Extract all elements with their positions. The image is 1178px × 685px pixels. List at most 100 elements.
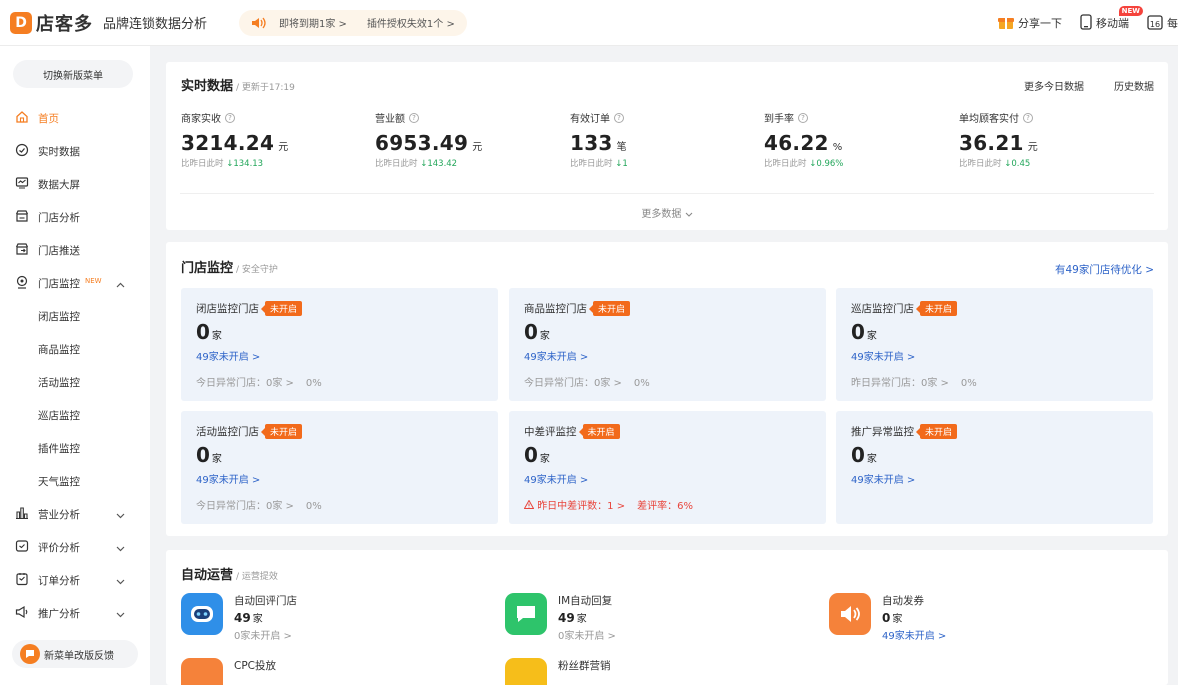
mobile-button[interactable]: 移动端 NEW (1080, 5, 1143, 33)
switch-menu-button[interactable]: 切换新版菜单 (13, 60, 133, 88)
fans-icon (505, 658, 547, 685)
ops-sub-link[interactable]: 0家未开启 > (234, 627, 297, 642)
metric-compare-value: 134.13 (233, 159, 264, 169)
feedback-button[interactable]: 新菜单改版反馈 (12, 640, 138, 668)
chevron-up-icon (116, 279, 134, 291)
share-button[interactable]: 分享一下 (998, 14, 1062, 33)
ops-auto-coupon[interactable]: 自动发券 0家 49家未开启 > (829, 593, 946, 642)
sidebar-item-store-monitor[interactable]: 门店监控 NEW (0, 267, 150, 300)
not-enabled-link[interactable]: 49家未开启 > (851, 471, 915, 486)
sidebar-item-screen[interactable]: 数据大屏 (0, 168, 150, 201)
sidebar-item-store-analysis[interactable]: 门店分析 (0, 201, 150, 234)
sidebar-item-label: 门店分析 (38, 212, 80, 224)
abnormal-stores-link[interactable]: 昨日异常门店：0家 > (851, 378, 949, 389)
metric-turnover[interactable]: 营业额? 6953.49 元 比昨日此时 ↓143.42 (375, 110, 565, 169)
not-enabled-link[interactable]: 49家未开启 > (524, 348, 588, 363)
calendar-icon: 16 (1147, 14, 1167, 33)
metric-label: 单均顾客实付 (959, 114, 1019, 125)
metric-hand-rate[interactable]: 到手率? 46.22% 比昨日此时 ↓0.96% (764, 110, 954, 169)
metric-label: 到手率 (764, 114, 794, 125)
help-icon[interactable]: ? (798, 112, 808, 123)
sidebar-item-store-push[interactable]: 门店推送 (0, 234, 150, 267)
sidebar-subitem-patrol-monitor[interactable]: 巡店监控 (0, 399, 150, 432)
metric-value: 3214.24 (181, 131, 275, 155)
chat-icon (505, 593, 547, 635)
ops-name: 自动回评门店 (234, 595, 297, 607)
sidebar-item-review-analysis[interactable]: 评价分析 (0, 531, 150, 564)
abnormal-pct: 0% (305, 378, 322, 389)
more-data-button[interactable]: 更多数据 (166, 205, 1168, 220)
ops-im-reply[interactable]: IM自动回复 49 家 0家未开启 > (505, 593, 616, 642)
monitor-subtitle: / 安全守护 (236, 265, 278, 275)
sidebar-subitem-close-monitor[interactable]: 闭店监控 (0, 300, 150, 333)
new-badge: NEW (1118, 5, 1143, 16)
abnormal-stores-link[interactable]: 今日异常门店：0家 > (524, 378, 622, 389)
help-icon[interactable]: ? (409, 112, 419, 123)
monitor-box-close[interactable]: 闭店监控门店 未开启 0家 49家未开启 > 今日异常门店：0家 > 0% (181, 288, 498, 401)
metric-compare-label: 比昨日此时 (375, 159, 418, 169)
realtime-title: 实时数据 / 更新于17:19 (181, 79, 295, 94)
monitor-box-promo[interactable]: 推广异常监控 未开启 0家 49家未开启 > (836, 411, 1153, 524)
ops-value: 49 (558, 611, 575, 625)
sidebar-item-home[interactable]: 首页 (0, 102, 150, 135)
help-icon[interactable]: ? (614, 112, 624, 123)
monitor-box-bad-review[interactable]: 中差评监控 未开启 0家 49家未开启 > 昨日中差评数：1 > 差评率：6% (509, 411, 826, 524)
chevron-down-icon (116, 609, 134, 621)
sidebar-item-business-analysis[interactable]: 营业分析 (0, 498, 150, 531)
metric-valid-orders[interactable]: 有效订单? 133 笔 比昨日此时 ↓1 (570, 110, 760, 169)
box-title: 推广异常监控 (851, 426, 914, 438)
abnormal-pct: 0% (633, 378, 650, 389)
gift-icon (998, 14, 1018, 33)
not-enabled-link[interactable]: 49家未开启 > (196, 471, 260, 486)
megaphone-icon (15, 605, 38, 622)
ops-unit: 家 (252, 614, 263, 625)
status-badge: 未开启 (260, 424, 303, 439)
abnormal-stores-link[interactable]: 今日异常门店：0家 > (196, 501, 294, 512)
sidebar-item-promo-analysis[interactable]: 推广分析 (0, 597, 150, 630)
sidebar-subitem-activity-monitor[interactable]: 活动监控 (0, 366, 150, 399)
bad-review-count-link[interactable]: 昨日中差评数：1 > (537, 501, 625, 512)
metric-merchant-income[interactable]: 商家实收? 3214.24 元 比昨日此时 ↓134.13 (181, 110, 371, 169)
ops-title: 自动运营 / 运营提效 (181, 568, 278, 583)
box-value: 0 (196, 320, 210, 344)
ops-sub-link[interactable]: 0家未开启 > (558, 627, 616, 642)
not-enabled-link[interactable]: 49家未开启 > (851, 348, 915, 363)
calendar-button[interactable]: 16 每 (1147, 14, 1178, 33)
ops-auto-review[interactable]: 自动回评门店 49 家 0家未开启 > (181, 593, 297, 642)
status-badge: 未开启 (915, 301, 958, 316)
ops-sub-link[interactable]: 49家未开启 > (882, 627, 946, 642)
sidebar-subitem-weather-monitor[interactable]: 天气监控 (0, 465, 150, 498)
sidebar-subitem-product-monitor[interactable]: 商品监控 (0, 333, 150, 366)
sidebar-item-order-analysis[interactable]: 订单分析 (0, 564, 150, 597)
monitor-box-activity[interactable]: 活动监控门店 未开启 0家 49家未开启 > 今日异常门店：0家 > 0% (181, 411, 498, 524)
ops-name: 自动发券 (882, 595, 924, 607)
help-icon[interactable]: ? (225, 112, 235, 123)
notice-plugin[interactable]: 插件授权失效1个 > (367, 15, 455, 30)
not-enabled-link[interactable]: 49家未开启 > (196, 348, 260, 363)
ops-fan-group[interactable]: 粉丝群营销 (505, 658, 611, 685)
metric-compare-label: 比昨日此时 (181, 159, 224, 169)
optimize-stores-link[interactable]: 有49家门店待优化 > (1055, 262, 1154, 277)
chevron-down-icon (116, 510, 134, 522)
more-today-link[interactable]: 更多今日数据 (1024, 78, 1084, 93)
ops-name: 粉丝群营销 (558, 660, 611, 672)
monitor-box-patrol[interactable]: 巡店监控门店 未开启 0家 49家未开启 > 昨日异常门店：0家 > 0% (836, 288, 1153, 401)
not-enabled-link[interactable]: 49家未开启 > (524, 471, 588, 486)
metric-compare-label: 比昨日此时 (570, 159, 613, 169)
logo[interactable]: D 店客多 (10, 10, 93, 36)
svg-text:16: 16 (1150, 20, 1160, 29)
metric-avg-payment[interactable]: 单均顾客实付? 36.21 元 比昨日此时 ↓0.45 (959, 110, 1149, 169)
sidebar-subitem-plugin-monitor[interactable]: 插件监控 (0, 432, 150, 465)
monitor-box-product[interactable]: 商品监控门店 未开启 0家 49家未开启 > 今日异常门店：0家 > 0% (509, 288, 826, 401)
sidebar-item-label: 首页 (38, 113, 59, 125)
abnormal-stores-link[interactable]: 今日异常门店：0家 > (196, 378, 294, 389)
notice-expiring[interactable]: 即将到期1家 > (279, 15, 347, 30)
order-icon (15, 572, 38, 589)
history-link[interactable]: 历史数据 (1114, 78, 1154, 93)
help-icon[interactable]: ? (1023, 112, 1033, 123)
ops-cpc[interactable]: CPC投放 (181, 658, 276, 685)
divider (180, 193, 1154, 194)
feedback-icon (20, 644, 40, 664)
box-unit: 家 (866, 454, 877, 465)
sidebar-item-realtime[interactable]: 实时数据 (0, 135, 150, 168)
